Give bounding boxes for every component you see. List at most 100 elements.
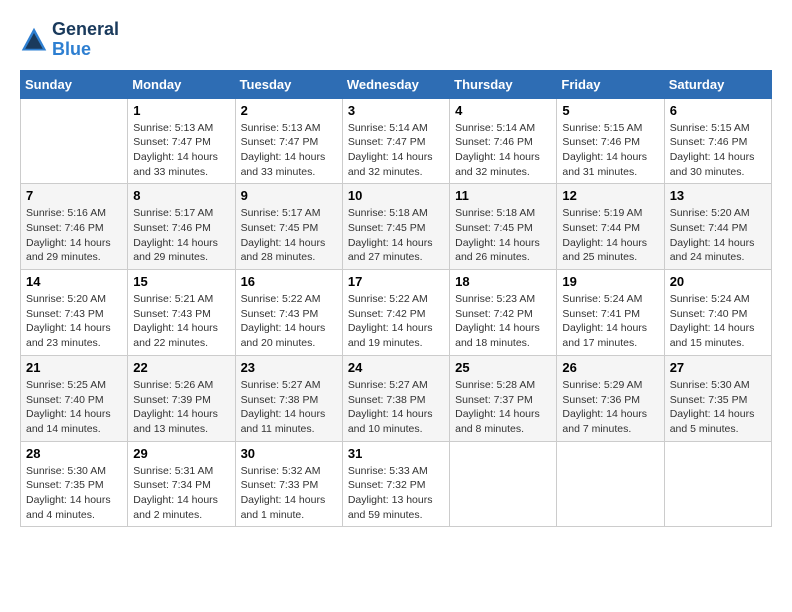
day-number: 19 bbox=[562, 274, 658, 289]
day-info: Sunrise: 5:32 AMSunset: 7:33 PMDaylight:… bbox=[241, 464, 337, 523]
day-info: Sunrise: 5:24 AMSunset: 7:40 PMDaylight:… bbox=[670, 292, 766, 351]
header-sunday: Sunday bbox=[21, 70, 128, 98]
day-info: Sunrise: 5:23 AMSunset: 7:42 PMDaylight:… bbox=[455, 292, 551, 351]
day-info: Sunrise: 5:20 AMSunset: 7:44 PMDaylight:… bbox=[670, 206, 766, 265]
day-number: 28 bbox=[26, 446, 122, 461]
day-number: 9 bbox=[241, 188, 337, 203]
calendar-cell: 25 Sunrise: 5:28 AMSunset: 7:37 PMDayligh… bbox=[450, 355, 557, 441]
day-number: 15 bbox=[133, 274, 229, 289]
day-info: Sunrise: 5:31 AMSunset: 7:34 PMDaylight:… bbox=[133, 464, 229, 523]
page-header: General Blue bbox=[20, 20, 772, 60]
day-info: Sunrise: 5:30 AMSunset: 7:35 PMDaylight:… bbox=[670, 378, 766, 437]
day-number: 8 bbox=[133, 188, 229, 203]
calendar-cell: 22 Sunrise: 5:26 AMSunset: 7:39 PMDayligh… bbox=[128, 355, 235, 441]
calendar-cell: 31 Sunrise: 5:33 AMSunset: 7:32 PMDayligh… bbox=[342, 441, 449, 527]
calendar-cell: 4Sunrise: 5:14 AMSunset: 7:46 PMDaylight… bbox=[450, 98, 557, 184]
day-number: 7 bbox=[26, 188, 122, 203]
calendar-cell: 16 Sunrise: 5:22 AMSunset: 7:43 PMDayligh… bbox=[235, 270, 342, 356]
calendar-cell: 29 Sunrise: 5:31 AMSunset: 7:34 PMDayligh… bbox=[128, 441, 235, 527]
header-friday: Friday bbox=[557, 70, 664, 98]
day-number: 21 bbox=[26, 360, 122, 375]
calendar-cell: 5 Sunrise: 5:15 AMSunset: 7:46 PMDaylight… bbox=[557, 98, 664, 184]
day-number: 25 bbox=[455, 360, 551, 375]
day-info: Sunrise: 5:13 AMSunset: 7:47 PMDaylight:… bbox=[133, 121, 229, 180]
calendar-table: SundayMondayTuesdayWednesdayThursdayFrid… bbox=[20, 70, 772, 528]
day-info: Sunrise: 5:13 AMSunset: 7:47 PMDaylight:… bbox=[241, 121, 337, 180]
day-number: 10 bbox=[348, 188, 444, 203]
calendar-cell: 9Sunrise: 5:17 AMSunset: 7:45 PMDaylight… bbox=[235, 184, 342, 270]
calendar-cell: 10 Sunrise: 5:18 AMSunset: 7:45 PMDayligh… bbox=[342, 184, 449, 270]
day-info: Sunrise: 5:27 AMSunset: 7:38 PMDaylight:… bbox=[348, 378, 444, 437]
header-wednesday: Wednesday bbox=[342, 70, 449, 98]
calendar-cell: 2 Sunrise: 5:13 AMSunset: 7:47 PMDaylight… bbox=[235, 98, 342, 184]
day-number: 3 bbox=[348, 103, 444, 118]
calendar-cell: 18 Sunrise: 5:23 AMSunset: 7:42 PMDayligh… bbox=[450, 270, 557, 356]
day-info: Sunrise: 5:28 AMSunset: 7:37 PMDaylight:… bbox=[455, 378, 551, 437]
calendar-header: SundayMondayTuesdayWednesdayThursdayFrid… bbox=[21, 70, 772, 98]
logo: General Blue bbox=[20, 20, 119, 60]
week-row-5: 28 Sunrise: 5:30 AMSunset: 7:35 PMDayligh… bbox=[21, 441, 772, 527]
calendar-cell bbox=[557, 441, 664, 527]
calendar-cell: 1Sunrise: 5:13 AMSunset: 7:47 PMDaylight… bbox=[128, 98, 235, 184]
calendar-cell: 24 Sunrise: 5:27 AMSunset: 7:38 PMDayligh… bbox=[342, 355, 449, 441]
week-row-1: 1Sunrise: 5:13 AMSunset: 7:47 PMDaylight… bbox=[21, 98, 772, 184]
calendar-cell: 20 Sunrise: 5:24 AMSunset: 7:40 PMDayligh… bbox=[664, 270, 771, 356]
day-info: Sunrise: 5:25 AMSunset: 7:40 PMDaylight:… bbox=[26, 378, 122, 437]
day-number: 31 bbox=[348, 446, 444, 461]
calendar-cell: 19 Sunrise: 5:24 AMSunset: 7:41 PMDayligh… bbox=[557, 270, 664, 356]
day-number: 16 bbox=[241, 274, 337, 289]
day-number: 12 bbox=[562, 188, 658, 203]
day-info: Sunrise: 5:21 AMSunset: 7:43 PMDaylight:… bbox=[133, 292, 229, 351]
day-info: Sunrise: 5:24 AMSunset: 7:41 PMDaylight:… bbox=[562, 292, 658, 351]
calendar-cell: 30 Sunrise: 5:32 AMSunset: 7:33 PMDayligh… bbox=[235, 441, 342, 527]
calendar-cell: 27 Sunrise: 5:30 AMSunset: 7:35 PMDayligh… bbox=[664, 355, 771, 441]
day-number: 13 bbox=[670, 188, 766, 203]
week-row-4: 21 Sunrise: 5:25 AMSunset: 7:40 PMDayligh… bbox=[21, 355, 772, 441]
day-number: 30 bbox=[241, 446, 337, 461]
header-tuesday: Tuesday bbox=[235, 70, 342, 98]
day-number: 4 bbox=[455, 103, 551, 118]
calendar-cell: 7Sunrise: 5:16 AMSunset: 7:46 PMDaylight… bbox=[21, 184, 128, 270]
header-saturday: Saturday bbox=[664, 70, 771, 98]
day-number: 14 bbox=[26, 274, 122, 289]
logo-icon bbox=[20, 26, 48, 54]
day-number: 22 bbox=[133, 360, 229, 375]
day-number: 26 bbox=[562, 360, 658, 375]
day-info: Sunrise: 5:30 AMSunset: 7:35 PMDaylight:… bbox=[26, 464, 122, 523]
calendar-cell: 23Sunrise: 5:27 AMSunset: 7:38 PMDayligh… bbox=[235, 355, 342, 441]
calendar-cell: 11 Sunrise: 5:18 AMSunset: 7:45 PMDayligh… bbox=[450, 184, 557, 270]
logo-text: General Blue bbox=[52, 20, 119, 60]
day-info: Sunrise: 5:18 AMSunset: 7:45 PMDaylight:… bbox=[455, 206, 551, 265]
day-info: Sunrise: 5:14 AMSunset: 7:47 PMDaylight:… bbox=[348, 121, 444, 180]
day-info: Sunrise: 5:15 AMSunset: 7:46 PMDaylight:… bbox=[562, 121, 658, 180]
day-info: Sunrise: 5:15 AMSunset: 7:46 PMDaylight:… bbox=[670, 121, 766, 180]
calendar-cell: 3 Sunrise: 5:14 AMSunset: 7:47 PMDaylight… bbox=[342, 98, 449, 184]
day-number: 18 bbox=[455, 274, 551, 289]
day-number: 5 bbox=[562, 103, 658, 118]
day-info: Sunrise: 5:27 AMSunset: 7:38 PMDaylight:… bbox=[241, 378, 337, 437]
calendar-cell: 17Sunrise: 5:22 AMSunset: 7:42 PMDayligh… bbox=[342, 270, 449, 356]
day-number: 11 bbox=[455, 188, 551, 203]
calendar-cell bbox=[21, 98, 128, 184]
calendar-cell: 13 Sunrise: 5:20 AMSunset: 7:44 PMDayligh… bbox=[664, 184, 771, 270]
header-row: SundayMondayTuesdayWednesdayThursdayFrid… bbox=[21, 70, 772, 98]
calendar-cell: 26 Sunrise: 5:29 AMSunset: 7:36 PMDayligh… bbox=[557, 355, 664, 441]
week-row-2: 7Sunrise: 5:16 AMSunset: 7:46 PMDaylight… bbox=[21, 184, 772, 270]
day-info: Sunrise: 5:33 AMSunset: 7:32 PMDaylight:… bbox=[348, 464, 444, 523]
day-info: Sunrise: 5:20 AMSunset: 7:43 PMDaylight:… bbox=[26, 292, 122, 351]
day-number: 29 bbox=[133, 446, 229, 461]
day-info: Sunrise: 5:29 AMSunset: 7:36 PMDaylight:… bbox=[562, 378, 658, 437]
calendar-cell: 14 Sunrise: 5:20 AMSunset: 7:43 PMDayligh… bbox=[21, 270, 128, 356]
calendar-cell: 6Sunrise: 5:15 AMSunset: 7:46 PMDaylight… bbox=[664, 98, 771, 184]
day-info: Sunrise: 5:18 AMSunset: 7:45 PMDaylight:… bbox=[348, 206, 444, 265]
day-number: 2 bbox=[241, 103, 337, 118]
day-number: 24 bbox=[348, 360, 444, 375]
day-info: Sunrise: 5:19 AMSunset: 7:44 PMDaylight:… bbox=[562, 206, 658, 265]
calendar-cell: 21 Sunrise: 5:25 AMSunset: 7:40 PMDayligh… bbox=[21, 355, 128, 441]
day-info: Sunrise: 5:26 AMSunset: 7:39 PMDaylight:… bbox=[133, 378, 229, 437]
day-info: Sunrise: 5:22 AMSunset: 7:43 PMDaylight:… bbox=[241, 292, 337, 351]
calendar-cell: 15 Sunrise: 5:21 AMSunset: 7:43 PMDayligh… bbox=[128, 270, 235, 356]
header-monday: Monday bbox=[128, 70, 235, 98]
day-number: 20 bbox=[670, 274, 766, 289]
day-number: 27 bbox=[670, 360, 766, 375]
